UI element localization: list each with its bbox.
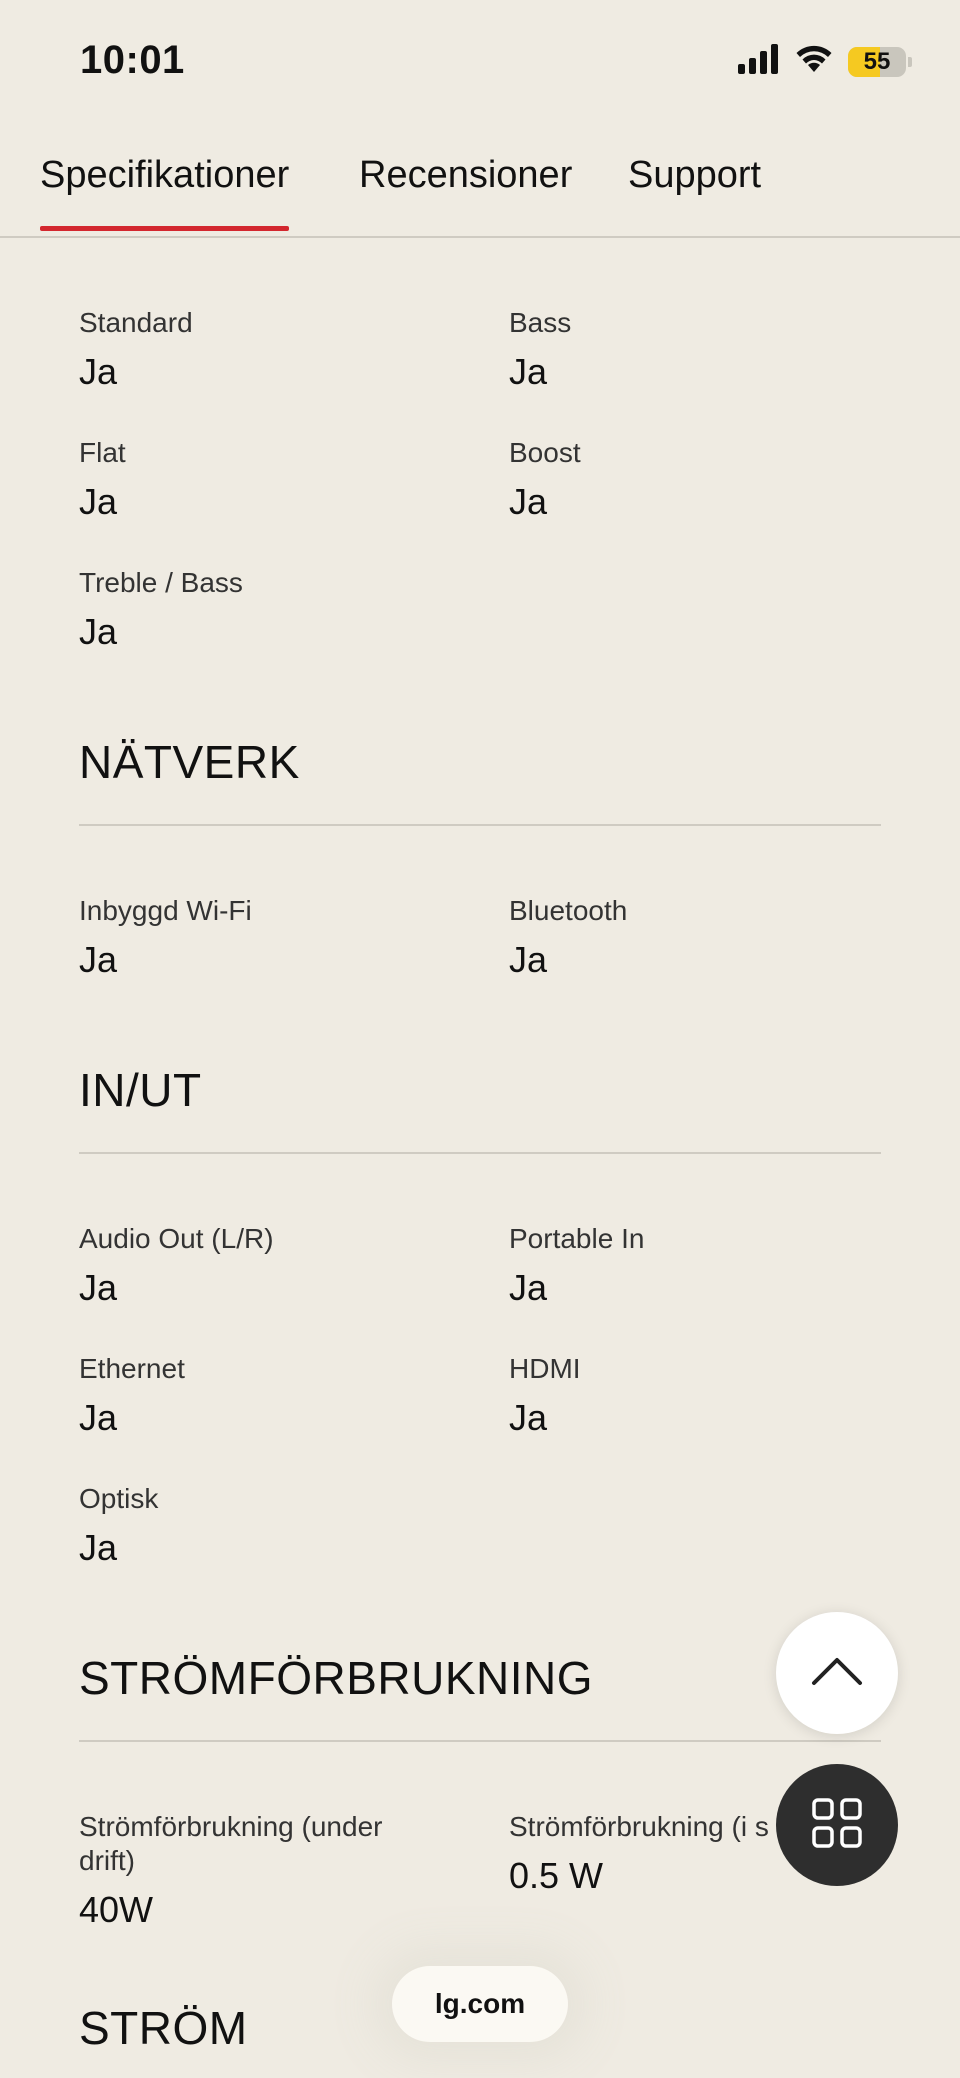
tab-specifikationer[interactable]: Specifikationer [40,154,290,231]
chevron-up-icon [811,1656,863,1691]
spec-label: HDMI [509,1353,581,1384]
spec-value: Ja [509,481,548,522]
spec-label: Ethernet [79,1353,185,1384]
spec-item: Portable In Ja [509,1222,881,1310]
status-icons: 55 [738,44,912,79]
sound-mode-grid: Standard Ja Bass Ja Flat Ja Boost Ja Tre… [79,306,881,654]
spec-label: Audio Out (L/R) [79,1223,274,1254]
spec-label: Bluetooth [509,895,628,926]
battery-body: 55 [848,46,906,77]
spec-label: Flat [79,437,126,468]
spec-item: Treble / Bass Ja [79,566,509,654]
spec-value: Ja [79,1527,118,1568]
spec-item: Optisk Ja [79,1482,509,1570]
io-grid: Audio Out (L/R) Ja Portable In Ja Ethern… [79,1222,881,1570]
spec-item: Flat Ja [79,436,509,524]
spec-item: Strömförbrukning (under drift) 40W [79,1810,439,1932]
tab-recensioner[interactable]: Recensioner [359,154,572,197]
spec-label: Inbyggd Wi-Fi [79,895,252,926]
spec-value: Ja [509,1267,548,1308]
spec-value: Ja [79,481,118,522]
quick-menu-button[interactable] [776,1764,898,1886]
spec-item: Ethernet Ja [79,1352,509,1440]
spec-value: Ja [79,939,118,980]
spec-item: HDMI Ja [509,1352,881,1440]
status-time: 10:01 [80,38,185,82]
spec-item: Bluetooth Ja [509,894,881,982]
spec-content: Standard Ja Bass Ja Flat Ja Boost Ja Tre… [79,236,881,2056]
url-bar-pill[interactable]: lg.com [392,1966,568,2042]
spec-value: Ja [79,1397,118,1438]
spec-label: Treble / Bass [79,567,243,598]
spec-item: Bass Ja [509,306,881,394]
spec-value: Ja [509,939,548,980]
battery-tip [908,56,912,67]
spec-value: Ja [79,1267,118,1308]
scroll-to-top-button[interactable] [776,1612,898,1734]
spec-label: Boost [509,437,581,468]
spec-value: Ja [79,351,118,392]
wifi-icon [794,44,834,79]
battery-icon: 55 [848,46,912,77]
grid-icon [812,1797,862,1853]
spec-value: 40W [79,1889,154,1930]
section-title-in-ut: IN/UT [79,1064,202,1116]
spec-label: Bass [509,307,572,338]
signal-icon [738,44,780,79]
status-bar: 10:01 55 [0,0,960,120]
spec-item: Inbyggd Wi-Fi Ja [79,894,509,982]
spec-label: Portable In [509,1223,645,1254]
tab-bar: Specifikationer Recensioner Support [0,140,960,238]
spec-item: Audio Out (L/R) Ja [79,1222,509,1310]
spec-item: Standard Ja [79,306,509,394]
section-divider [79,824,881,826]
section-divider [79,1152,881,1154]
spec-label: Strömförbrukning (under drift) [79,1811,383,1876]
spec-value: Ja [509,1397,548,1438]
spec-item: Boost Ja [509,436,881,524]
spec-label: Optisk [79,1483,159,1514]
section-title-stromforbrukning: STRÖMFÖRBRUKNING [79,1652,593,1704]
tab-support[interactable]: Support [628,154,761,197]
section-divider [79,1740,881,1742]
network-grid: Inbyggd Wi-Fi Ja Bluetooth Ja [79,894,881,982]
spec-value: Ja [79,611,118,652]
spec-value: Ja [509,351,548,392]
section-title-natverk: NÄTVERK [79,736,300,788]
spec-label: Standard [79,307,193,338]
power-consumption-grid: Strömförbrukning (under drift) 40W Ström… [79,1810,881,1932]
battery-level: 55 [863,47,891,75]
